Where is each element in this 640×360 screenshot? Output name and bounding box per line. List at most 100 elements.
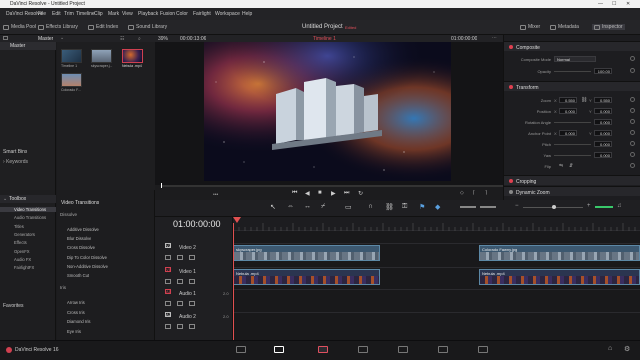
minimize-icon[interactable]: — bbox=[598, 1, 603, 7]
position-y-value[interactable]: 0.000 bbox=[594, 108, 612, 114]
lock-icon[interactable] bbox=[165, 301, 171, 306]
video-enable-icon[interactable] bbox=[189, 255, 195, 260]
play-reverse-icon[interactable]: ◀ bbox=[305, 190, 310, 197]
effects-library-button[interactable]: Effects Library bbox=[38, 24, 78, 30]
link-clips-icon[interactable]: ⛓ bbox=[385, 203, 394, 211]
loop-icon[interactable]: ↻ bbox=[358, 190, 363, 197]
snapping-icon[interactable]: ∩ bbox=[368, 203, 373, 210]
viewer-options-icon[interactable]: ••• bbox=[213, 192, 218, 198]
solo-icon[interactable] bbox=[177, 301, 183, 306]
composite-mode-select[interactable]: Normal bbox=[554, 56, 596, 62]
menu-item[interactable]: File bbox=[38, 11, 46, 17]
auto-select-icon[interactable] bbox=[177, 279, 183, 284]
clip-thumbnail[interactable] bbox=[91, 49, 112, 63]
rotation-slider[interactable] bbox=[554, 122, 591, 123]
effects-category-item[interactable]: Video Transitions bbox=[0, 207, 56, 212]
opacity-value[interactable]: 100.00 bbox=[594, 68, 612, 74]
playhead-marker[interactable] bbox=[233, 217, 241, 223]
page-color-icon[interactable] bbox=[398, 346, 408, 353]
maximize-icon[interactable]: ☐ bbox=[612, 1, 616, 7]
zoom-y-value[interactable]: 0.550 bbox=[594, 97, 612, 103]
page-edit-icon[interactable] bbox=[318, 346, 328, 353]
insert-clip-icon[interactable]: ▭ bbox=[345, 203, 352, 211]
marker-icon[interactable]: ◆ bbox=[435, 203, 440, 211]
metadata-button[interactable]: Metadata bbox=[550, 24, 579, 30]
reset-icon[interactable] bbox=[630, 97, 635, 102]
effects-category-item[interactable]: OpenFX bbox=[14, 249, 30, 254]
mute-icon[interactable] bbox=[189, 301, 195, 306]
yaw-value[interactable]: 0.000 bbox=[594, 152, 612, 158]
transform-section-header[interactable]: Transform bbox=[504, 81, 640, 91]
more-options-icon[interactable]: ⋯ bbox=[492, 35, 497, 41]
timeline-clip-video[interactable]: Nebula .mp4 bbox=[479, 269, 640, 285]
menu-item[interactable]: Mark bbox=[108, 11, 119, 17]
pitch-value[interactable]: 0.000 bbox=[594, 141, 612, 147]
transition-item[interactable]: Arrow Iris bbox=[67, 300, 85, 305]
transition-item[interactable]: Diamond Iris bbox=[67, 319, 91, 324]
effects-category-item[interactable]: Audio FX bbox=[14, 257, 31, 262]
timeline-clip-video[interactable]: skyscraper.jpg bbox=[233, 245, 380, 261]
menu-item[interactable]: Edit bbox=[52, 11, 61, 17]
selection-tool-icon[interactable]: ↖ bbox=[270, 203, 276, 211]
timeline-tracks[interactable]: skyscraper.jpg Colorado Fawny.jpg Nebula… bbox=[233, 217, 640, 340]
mute-icon[interactable] bbox=[189, 324, 195, 329]
scrubber-track[interactable] bbox=[161, 185, 503, 187]
effects-category-item[interactable]: Generators bbox=[14, 232, 35, 237]
smart-bin-keywords[interactable]: › Keywords bbox=[3, 159, 28, 165]
dynamic-zoom-section-header[interactable]: Dynamic Zoom bbox=[504, 186, 640, 196]
timeline-clip-video[interactable]: Nebula .mp4 bbox=[233, 269, 380, 285]
zoom-detail-icon[interactable] bbox=[480, 206, 496, 208]
zoom-x-value[interactable]: 0.550 bbox=[559, 97, 577, 103]
transition-item[interactable]: Smooth Cut bbox=[67, 273, 89, 278]
menu-item[interactable]: Clip bbox=[94, 11, 103, 17]
clip-thumbnail[interactable] bbox=[61, 73, 82, 87]
position-x-value[interactable]: 0.000 bbox=[559, 108, 577, 114]
rotation-value[interactable]: 0.000 bbox=[594, 119, 612, 125]
page-fairlight-icon[interactable] bbox=[438, 346, 448, 353]
scrubber-playhead[interactable] bbox=[161, 183, 162, 188]
opacity-slider[interactable] bbox=[554, 71, 591, 72]
reset-icon[interactable] bbox=[630, 130, 635, 135]
chevron-down-icon[interactable]: ⌄ bbox=[60, 35, 64, 41]
transition-item[interactable]: Eye Iris bbox=[67, 329, 81, 334]
mixer-button[interactable]: Mixer bbox=[520, 24, 540, 30]
menu-item[interactable]: Trim bbox=[64, 11, 74, 17]
lock-icon[interactable] bbox=[165, 255, 171, 260]
link-icon[interactable]: ⛓ bbox=[581, 97, 587, 103]
inspector-button[interactable]: Inspector bbox=[592, 24, 625, 30]
timeline-zoom-handle[interactable] bbox=[552, 205, 556, 209]
effects-category-item[interactable]: Audio Transitions bbox=[14, 215, 46, 220]
menu-item[interactable]: Playback bbox=[138, 11, 158, 17]
audio-icon[interactable]: ♫ bbox=[617, 203, 622, 209]
timeline-ruler[interactable] bbox=[232, 217, 640, 231]
transition-item[interactable]: Cross Iris bbox=[67, 310, 85, 315]
clip-thumbnail-selected[interactable] bbox=[122, 49, 143, 63]
position-lock-icon[interactable]: ⚿ bbox=[402, 203, 407, 211]
menu-item[interactable]: Fairlight bbox=[193, 11, 211, 17]
anchor-x-value[interactable]: 0.000 bbox=[559, 130, 577, 136]
composite-section-header[interactable]: Composite bbox=[504, 41, 640, 51]
transition-item[interactable]: Cross Dissolve bbox=[67, 245, 95, 250]
page-cut-icon[interactable] bbox=[274, 346, 284, 353]
pitch-slider[interactable] bbox=[554, 144, 591, 145]
menu-item[interactable]: Timeline bbox=[76, 11, 95, 17]
video-enable-icon[interactable] bbox=[189, 279, 195, 284]
zoom-out-full-icon[interactable] bbox=[460, 206, 476, 208]
flip-horizontal-icon[interactable]: ⇋ bbox=[559, 163, 563, 169]
mark-out-icon[interactable]: ⌉ bbox=[485, 190, 487, 196]
go-to-end-icon[interactable]: ⏭ bbox=[344, 190, 349, 197]
page-media-icon[interactable] bbox=[236, 346, 246, 353]
cropping-enable-toggle[interactable] bbox=[509, 179, 513, 183]
transition-item[interactable]: Additive Dissolve bbox=[67, 227, 99, 232]
panel-toggle-icon[interactable] bbox=[3, 36, 8, 40]
solo-icon[interactable] bbox=[177, 324, 183, 329]
transition-item[interactable]: Non-Additive Dissolve bbox=[67, 264, 108, 269]
reset-icon[interactable] bbox=[630, 119, 635, 124]
reset-icon[interactable] bbox=[630, 56, 635, 61]
reset-icon[interactable] bbox=[630, 163, 635, 168]
stop-icon[interactable]: ■ bbox=[318, 190, 322, 196]
dynamic-zoom-enable-toggle[interactable] bbox=[509, 190, 513, 194]
transform-enable-toggle[interactable] bbox=[509, 85, 513, 89]
effects-category-item[interactable]: Titles bbox=[14, 224, 24, 229]
bin-item-master[interactable]: Master bbox=[0, 42, 56, 50]
